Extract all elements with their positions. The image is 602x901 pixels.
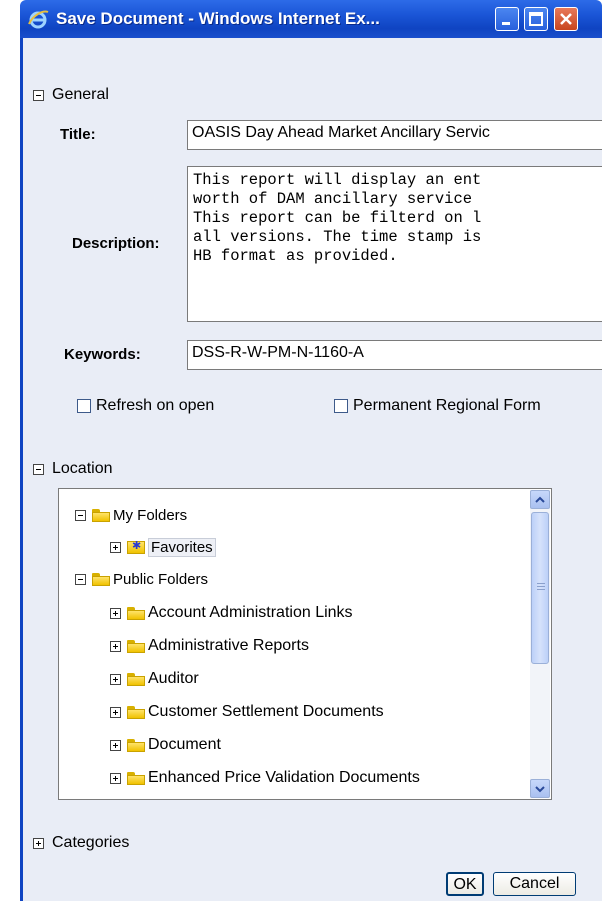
tree-node-public-item[interactable]: Customer Settlement Documents xyxy=(110,703,384,721)
window-title: Save Document - Windows Internet Ex... xyxy=(56,9,380,28)
close-button[interactable] xyxy=(554,7,578,31)
cancel-button[interactable]: Cancel xyxy=(493,872,576,896)
close-icon xyxy=(560,13,572,25)
general-section-header[interactable]: General xyxy=(33,86,109,104)
tree-node-label: Document xyxy=(148,736,221,753)
title-bar[interactable]: Save Document - Windows Internet Ex... xyxy=(20,0,602,38)
tree-node-public-folders[interactable]: Public Folders xyxy=(75,571,208,588)
collapse-icon[interactable] xyxy=(33,463,44,475)
expand-icon[interactable] xyxy=(110,542,121,553)
tree-node-label: Customer Settlement Documents xyxy=(148,703,384,720)
tree-node-label: Administrative Reports xyxy=(148,637,309,654)
favorites-folder-icon: ✱ xyxy=(127,540,145,554)
folder-icon xyxy=(127,606,145,620)
categories-section-header[interactable]: Categories xyxy=(33,834,129,852)
location-header-label: Location xyxy=(52,460,113,477)
tree-node-public-item[interactable]: Enhanced Price Validation Documents xyxy=(110,769,420,787)
collapse-icon[interactable] xyxy=(75,510,86,521)
tree-node-my-folders[interactable]: My Folders xyxy=(75,507,187,524)
title-label: Title: xyxy=(60,126,96,143)
collapse-icon[interactable] xyxy=(75,574,86,585)
refresh-on-open-checkbox[interactable]: Refresh on open xyxy=(77,397,214,415)
location-section-header[interactable]: Location xyxy=(33,460,113,478)
general-header-label: General xyxy=(52,86,109,103)
folder-icon xyxy=(92,573,110,586)
tree-node-label: My Folders xyxy=(113,507,188,524)
folder-icon xyxy=(127,738,145,752)
tree-node-public-item[interactable]: Administrative Reports xyxy=(110,637,309,655)
maximize-icon xyxy=(529,12,543,26)
ok-button[interactable]: OK xyxy=(446,872,484,896)
scroll-thumb[interactable] xyxy=(531,512,549,664)
scroll-up-button[interactable] xyxy=(530,490,550,509)
minimize-icon xyxy=(502,22,510,25)
tree-node-label: Account Administration Links xyxy=(148,604,353,621)
tree-node-label: Auditor xyxy=(148,670,199,687)
title-field[interactable]: OASIS Day Ahead Market Ancillary Servic xyxy=(187,120,602,150)
categories-header-label: Categories xyxy=(52,834,130,851)
expand-icon[interactable] xyxy=(110,772,121,784)
folder-tree[interactable]: My Folders ✱ Favorites Public Folders Ac… xyxy=(58,488,552,800)
folder-icon xyxy=(127,705,145,719)
tree-node-label: Favorites xyxy=(148,538,216,557)
folder-icon xyxy=(92,509,110,522)
tree-scrollbar[interactable] xyxy=(530,490,550,798)
dialog-content: General Title: OASIS Day Ahead Market An… xyxy=(23,38,602,901)
tree-node-label: Enhanced Price Validation Documents xyxy=(148,769,420,786)
chevron-down-icon xyxy=(535,786,545,793)
expand-icon[interactable] xyxy=(110,640,121,652)
checkbox-icon[interactable] xyxy=(77,399,91,413)
chevron-up-icon xyxy=(535,496,545,503)
expand-icon[interactable] xyxy=(33,837,44,849)
tree-node-favorites[interactable]: ✱ Favorites xyxy=(110,538,216,557)
refresh-on-open-label: Refresh on open xyxy=(96,397,215,414)
keywords-label: Keywords: xyxy=(64,346,141,363)
permanent-regional-format-checkbox[interactable]: Permanent Regional Form xyxy=(334,397,541,415)
internet-explorer-icon xyxy=(28,10,49,29)
tree-node-public-item[interactable]: Auditor xyxy=(110,670,199,688)
keywords-field[interactable]: DSS-R-W-PM-N-1160-A xyxy=(187,340,602,370)
tree-node-public-item[interactable]: Document xyxy=(110,736,221,754)
tree-node-public-item[interactable]: Account Administration Links xyxy=(110,604,353,622)
tree-node-label: Public Folders xyxy=(113,571,209,588)
folder-icon xyxy=(127,639,145,653)
minimize-button[interactable] xyxy=(495,7,519,31)
description-label: Description: xyxy=(72,235,160,252)
description-field[interactable]: This report will display an ent worth of… xyxy=(187,166,602,322)
maximize-button[interactable] xyxy=(524,7,548,31)
expand-icon[interactable] xyxy=(110,673,121,685)
checkbox-icon[interactable] xyxy=(334,399,348,413)
expand-icon[interactable] xyxy=(110,739,121,751)
folder-icon xyxy=(127,672,145,686)
permanent-regional-format-label: Permanent Regional Form xyxy=(353,397,541,414)
collapse-icon[interactable] xyxy=(33,89,44,101)
scroll-down-button[interactable] xyxy=(530,779,550,798)
expand-icon[interactable] xyxy=(110,706,121,718)
expand-icon[interactable] xyxy=(110,607,121,619)
folder-icon xyxy=(127,771,145,785)
